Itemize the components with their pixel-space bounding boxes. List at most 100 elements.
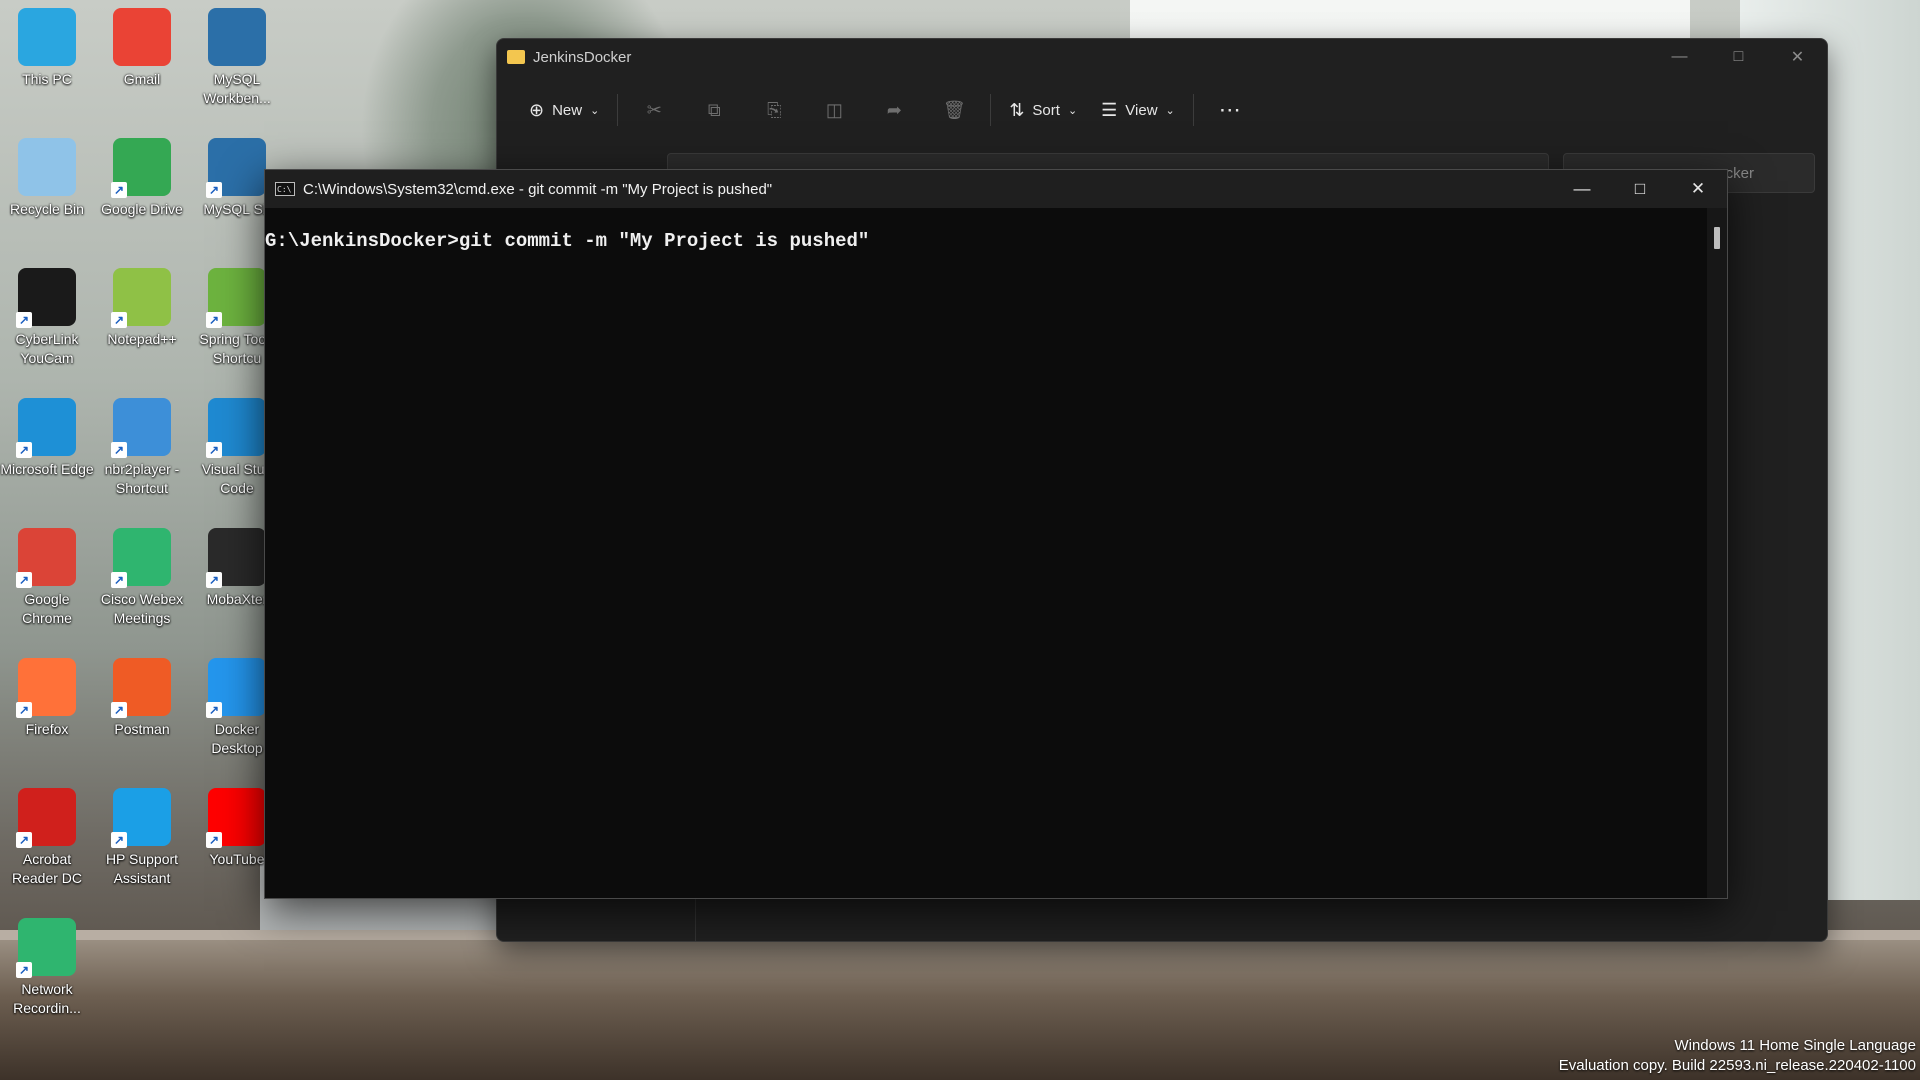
webex-recording-icon: ↗ xyxy=(16,918,76,978)
desktop-icon-label: Google Chrome xyxy=(22,591,72,626)
desktop-icon[interactable]: ↗ nbr2player - Shortcut xyxy=(94,398,190,498)
view-label: View xyxy=(1125,101,1158,119)
shortcut-arrow-icon: ↗ xyxy=(206,572,222,588)
desktop-icon[interactable]: ↗ Acrobat Reader DC xyxy=(0,788,95,888)
new-button[interactable]: ⊕ New ⌄ xyxy=(517,90,611,130)
desktop-icon-label: This PC xyxy=(22,71,72,87)
shortcut-arrow-icon: ↗ xyxy=(16,702,32,718)
desktop-icon[interactable]: ↗ CyberLink YouCam xyxy=(0,268,95,368)
shortcut-arrow-icon: ↗ xyxy=(206,312,222,328)
recycle-bin-icon xyxy=(18,138,76,196)
desktop-icon-label: HP Support Assistant xyxy=(105,851,179,886)
desktop-icon[interactable]: This PC xyxy=(0,8,95,89)
toolbar-divider xyxy=(990,94,992,126)
desktop-icon-label: Firefox xyxy=(25,721,69,737)
explorer-window-controls: — □ ✕ xyxy=(1650,39,1827,75)
desktop-icon-label: MySQL Workben... xyxy=(203,71,271,106)
watermark-edition: Windows 11 Home Single Language xyxy=(1674,1037,1916,1054)
desktop-icon[interactable]: ↗ Microsoft Edge xyxy=(0,398,95,479)
cmd-titlebar[interactable]: C:\ C:\Windows\System32\cmd.exe - git co… xyxy=(265,170,1727,208)
new-label: New xyxy=(552,101,583,119)
chrome-icon: ↗ xyxy=(16,528,76,588)
minimize-button[interactable]: — xyxy=(1553,170,1611,208)
desktop-icon-label: nbr2player - Shortcut xyxy=(104,461,180,496)
paste-icon[interactable]: ⎘ xyxy=(744,100,804,121)
shortcut-arrow-icon: ↗ xyxy=(206,442,222,458)
search-placeholder: cker xyxy=(1725,164,1754,182)
acrobat-icon: ↗ xyxy=(16,788,76,848)
desktop-icon[interactable]: MySQL Workben... xyxy=(189,8,285,108)
cmd-window-controls: — □ ✕ xyxy=(1553,170,1727,208)
desktop-icon-label: Cisco Webex Meetings xyxy=(100,591,184,626)
shortcut-arrow-icon: ↗ xyxy=(16,832,32,848)
notepad-plus-plus-icon: ↗ xyxy=(111,268,171,328)
sort-button[interactable]: ⇅ Sort ⌄ xyxy=(997,90,1089,130)
desktop-icon-label: Network Recordin... xyxy=(13,981,81,1016)
desktop-icon-label: Recycle Bin xyxy=(10,201,84,217)
mysql-workbench-icon xyxy=(208,8,266,66)
webex-icon: ↗ xyxy=(111,528,171,588)
view-button[interactable]: ☰ View ⌄ xyxy=(1089,90,1187,130)
desktop-icon[interactable]: ↗ Postman xyxy=(94,658,190,739)
close-button[interactable]: ✕ xyxy=(1669,170,1727,208)
desktop-icon-label: Postman xyxy=(114,721,170,737)
desktop-icon[interactable]: Recycle Bin xyxy=(0,138,95,219)
cmd-output-line: G:\JenkinsDocker>git commit -m "My Proje… xyxy=(265,230,870,252)
maximize-button[interactable]: □ xyxy=(1709,39,1768,75)
shortcut-arrow-icon: ↗ xyxy=(206,702,222,718)
desktop-icon[interactable]: ↗ HP Support Assistant xyxy=(94,788,190,888)
close-button[interactable]: ✕ xyxy=(1768,39,1827,75)
cmd-title: C:\Windows\System32\cmd.exe - git commit… xyxy=(303,180,773,198)
cmd-icon: C:\ xyxy=(275,182,295,196)
toolbar-divider xyxy=(1192,94,1194,126)
mysql-shell-icon: ↗ xyxy=(206,138,266,198)
postman-icon: ↗ xyxy=(111,658,171,718)
watermark-build: Evaluation copy. Build 22593.ni_release.… xyxy=(1558,1057,1916,1074)
copy-icon[interactable]: ⧉ xyxy=(684,100,744,121)
desktop-icon-label: CyberLink YouCam xyxy=(15,331,79,366)
toolbar-divider xyxy=(617,94,619,126)
desktop-icon-label: Google Drive xyxy=(101,201,183,217)
plus-circle-icon: ⊕ xyxy=(529,99,545,120)
delete-icon[interactable]: 🗑 xyxy=(924,100,984,121)
desktop-icon[interactable]: ↗ Google Drive xyxy=(94,138,190,219)
folder-icon xyxy=(507,50,525,64)
sort-arrows-icon: ⇅ xyxy=(1009,99,1025,120)
nbr-player-icon: ↗ xyxy=(111,398,171,458)
docker-icon: ↗ xyxy=(206,658,266,718)
shortcut-arrow-icon: ↗ xyxy=(16,442,32,458)
shortcut-arrow-icon: ↗ xyxy=(16,962,32,978)
desktop-icon[interactable]: ↗ Google Chrome xyxy=(0,528,95,628)
command-prompt-window[interactable]: C:\ C:\Windows\System32\cmd.exe - git co… xyxy=(264,169,1728,899)
desktop-icon-label: Acrobat Reader DC xyxy=(11,851,83,886)
desktop-icon[interactable]: ↗ Firefox xyxy=(0,658,95,739)
share-icon[interactable]: ➦ xyxy=(864,100,924,121)
desktop-icon-label: Notepad++ xyxy=(107,331,177,347)
view-lines-icon: ☰ xyxy=(1101,99,1118,120)
cmd-console[interactable]: G:\JenkinsDocker>git commit -m "My Proje… xyxy=(265,208,1727,898)
webcam-icon: ↗ xyxy=(16,268,76,328)
scrollbar-thumb[interactable] xyxy=(1714,227,1720,249)
desktop-icon[interactable]: Gmail xyxy=(94,8,190,89)
desktop-icon-label: Gmail xyxy=(123,71,161,87)
google-drive-icon: ↗ xyxy=(111,138,171,198)
nav-pane-divider xyxy=(695,899,696,941)
windows-watermark: Windows 11 Home Single Language Evaluati… xyxy=(1559,1036,1916,1076)
cut-icon[interactable]: ✂ xyxy=(624,100,684,121)
rename-icon[interactable]: ◫ xyxy=(804,100,864,121)
minimize-button[interactable]: — xyxy=(1650,39,1709,75)
explorer-titlebar[interactable]: JenkinsDocker — □ ✕ xyxy=(497,39,1827,75)
desktop-icon[interactable]: ↗ Cisco Webex Meetings xyxy=(94,528,190,628)
maximize-button[interactable]: □ xyxy=(1611,170,1669,208)
more-options-icon[interactable]: ⋯ xyxy=(1200,97,1260,123)
mobaxterm-icon: ↗ xyxy=(206,528,266,588)
explorer-title: JenkinsDocker xyxy=(533,48,632,66)
desktop-icon[interactable]: ↗ Network Recordin... xyxy=(0,918,95,1018)
shortcut-arrow-icon: ↗ xyxy=(111,832,127,848)
sort-label: Sort xyxy=(1032,101,1060,119)
scrollbar[interactable] xyxy=(1707,208,1727,898)
shortcut-arrow-icon: ↗ xyxy=(16,312,32,328)
firefox-icon: ↗ xyxy=(16,658,76,718)
shortcut-arrow-icon: ↗ xyxy=(111,702,127,718)
desktop-icon[interactable]: ↗ Notepad++ xyxy=(94,268,190,349)
